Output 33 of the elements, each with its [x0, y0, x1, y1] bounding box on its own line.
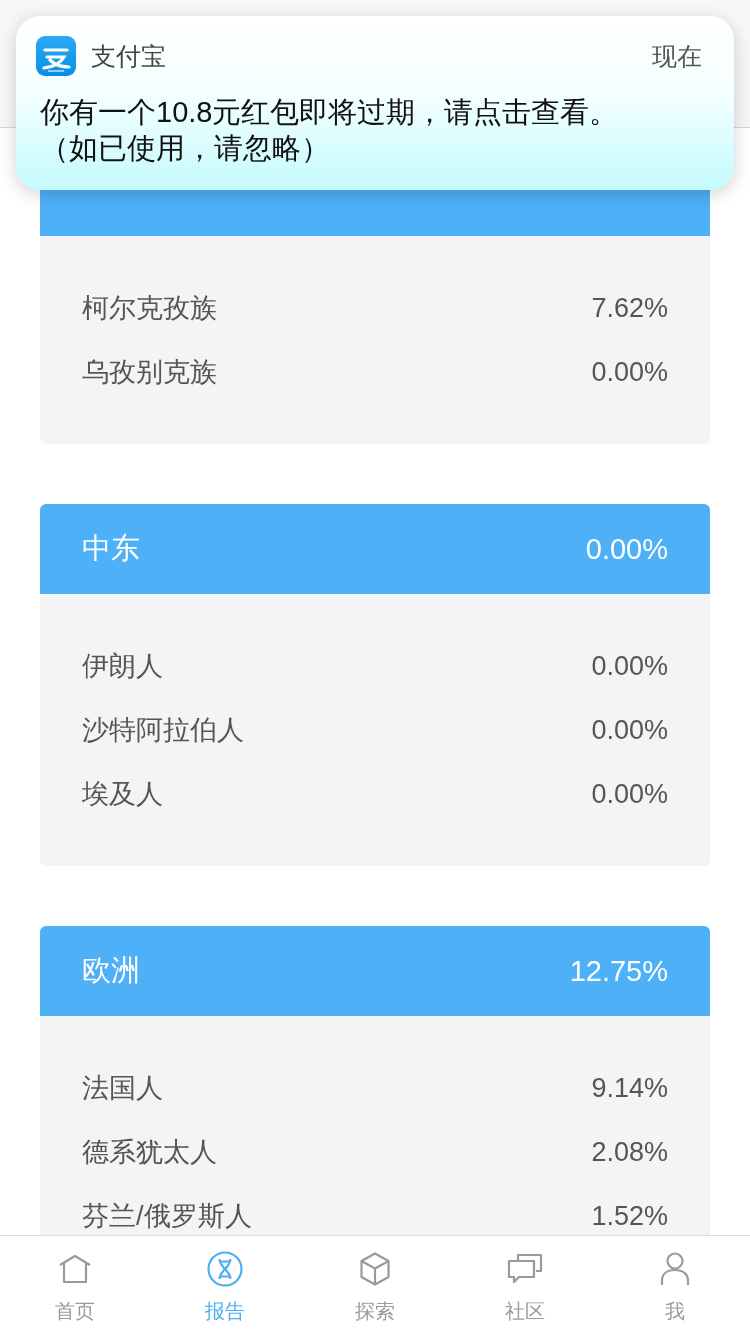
group-share: 0.00% [591, 356, 668, 388]
region-name: 中东 [82, 531, 140, 566]
group-name: 法国人 [82, 1072, 163, 1105]
region-name: 欧洲 [82, 953, 140, 988]
cube-icon [357, 1251, 393, 1287]
group-share: 1.52% [591, 1200, 668, 1232]
tab-button[interactable]: 我 [600, 1236, 750, 1334]
region-share: 0.00% [585, 532, 668, 566]
app-name: 支付宝 [91, 40, 167, 72]
group-share: 0.00% [591, 778, 668, 810]
group-share: 7.62% [591, 292, 668, 324]
group-name: 沙特阿拉伯人 [82, 714, 244, 747]
group-name: 柯尔克孜族 [82, 292, 217, 325]
dna-icon [207, 1251, 243, 1287]
app-logo-icon [36, 36, 76, 76]
notification-text: 你有一个10.8元红包即将过期，请点击查看。 [40, 95, 619, 130]
group-name: 伊朗人 [82, 650, 163, 683]
group-name: 乌孜别克族 [82, 356, 217, 389]
group-share: 0.00% [591, 714, 668, 746]
notification-time: 现在 [652, 40, 702, 72]
tab-button[interactable]: 首页 [0, 1236, 150, 1334]
notification-banner[interactable]: 支付宝 现在 你有一个10.8元红包即将过期，请点击查看。 （如已使用，请忽略） [16, 16, 734, 190]
tab-button[interactable]: 报告 [150, 1236, 300, 1334]
group-name: 埃及人 [82, 778, 163, 811]
region-share: 12.75% [569, 954, 668, 988]
group-share: 9.14% [591, 1072, 668, 1104]
group-name: 德系犹太人 [82, 1136, 217, 1169]
notification-text: （如已使用，请忽略） [40, 131, 330, 166]
tab-button[interactable]: 探索 [300, 1236, 450, 1334]
group-share: 0.00% [591, 650, 668, 682]
group-name: 芬兰/俄罗斯人 [82, 1200, 252, 1233]
group-share: 2.08% [591, 1136, 668, 1168]
tab-button[interactable]: 社区 [450, 1236, 600, 1334]
